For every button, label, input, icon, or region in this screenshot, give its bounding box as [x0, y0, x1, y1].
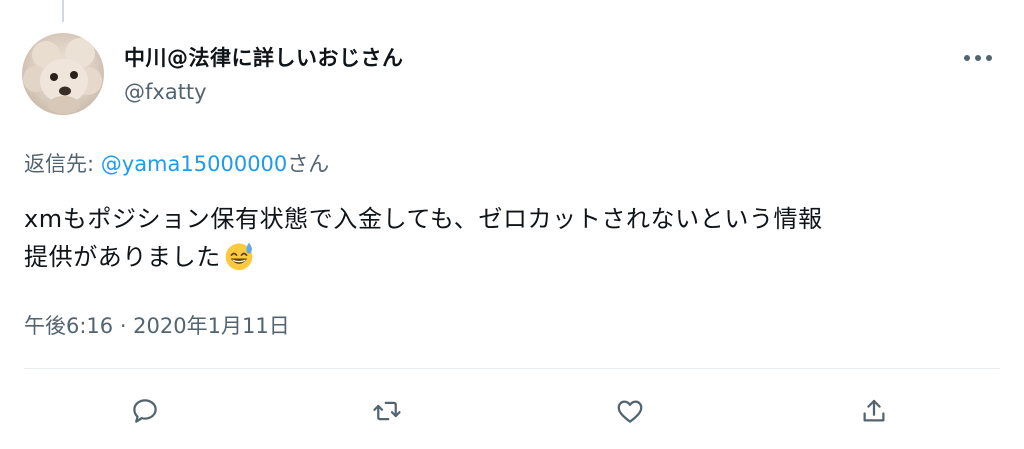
share-icon [863, 399, 885, 422]
avatar[interactable] [22, 33, 104, 115]
action-bar-divider [24, 368, 1000, 369]
reply-button[interactable] [127, 393, 163, 429]
retweet-icon [373, 401, 401, 421]
reply-icon [133, 399, 157, 423]
more-horizontal-icon [964, 55, 992, 61]
retweet-button[interactable] [369, 393, 405, 429]
tweet-text-line1: xmもポジション保有状態で入金しても、ゼロカットされないという情報 [24, 205, 823, 233]
share-button[interactable] [856, 393, 892, 429]
like-icon [617, 400, 643, 423]
replying-to-label: 返信先: [24, 152, 101, 176]
replying-to: 返信先: @yama15000000さん [24, 148, 329, 178]
replying-to-suffix: さん [287, 152, 330, 176]
grinning-sweat-emoji-icon [225, 242, 253, 271]
dog-photo-icon [23, 38, 102, 114]
reply-mention-link[interactable]: @yama15000000 [101, 152, 288, 176]
like-button[interactable] [612, 393, 648, 429]
more-options-button[interactable] [960, 46, 996, 70]
tweet-timestamp[interactable]: 午後6:16 · 2020年1月11日 [24, 310, 290, 340]
display-name[interactable]: 中川@法律に詳しいおじさん [124, 42, 404, 72]
tweet-text-line2: 提供がありました [24, 243, 221, 271]
user-handle[interactable]: @fxatty [124, 80, 207, 104]
thread-connector-line [62, 0, 64, 22]
tweet-text: xmもポジション保有状態で入金しても、ゼロカットされないという情報 提供がありま… [24, 200, 994, 276]
